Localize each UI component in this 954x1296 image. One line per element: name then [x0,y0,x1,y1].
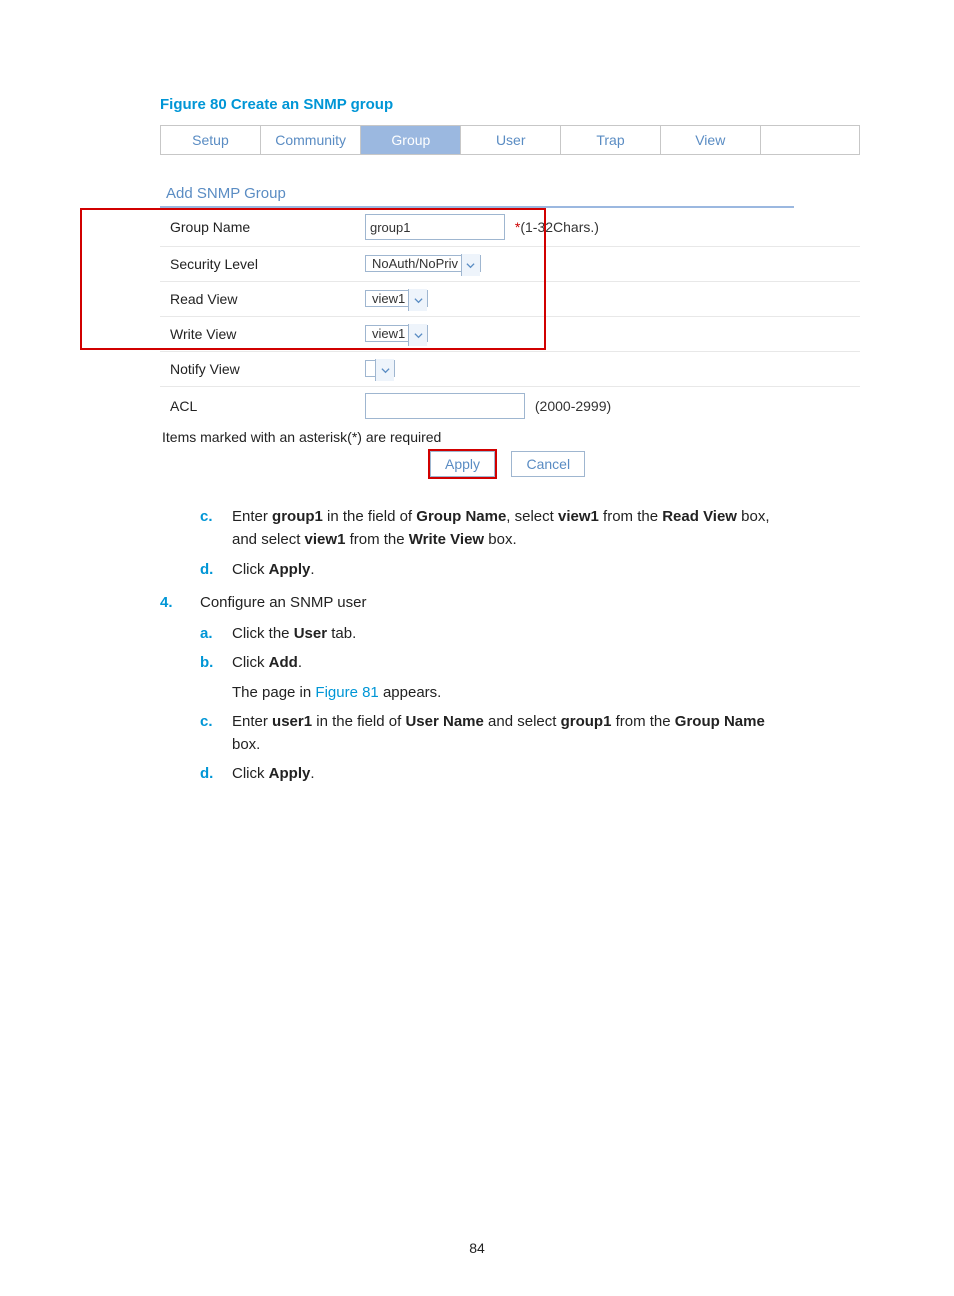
label-acl: ACL [160,387,355,426]
input-group-name[interactable] [365,214,505,240]
figure-81-link[interactable]: Figure 81 [315,684,378,701]
instruction-text: c. Enter group1 in the field of Group Na… [200,505,794,786]
form-table: Group Name *(1-32Chars.) Security Level … [160,208,860,425]
label-write-view: Write View [160,317,355,352]
tab-community[interactable]: Community [260,126,360,155]
label-read-view: Read View [160,282,355,317]
hint-acl: (2000-2999) [529,398,611,414]
tab-bar: Setup Community Group User Trap View [160,125,860,155]
hint-group-name: *(1-32Chars.) [509,219,599,235]
page-number: 84 [0,1240,954,1256]
chevron-down-icon [408,289,427,311]
tab-setup[interactable]: Setup [161,126,261,155]
chevron-down-icon [461,254,480,276]
tab-view[interactable]: View [660,126,760,155]
section-title: Add SNMP Group [166,185,874,202]
select-write-view[interactable]: view1 [365,323,428,345]
cancel-button[interactable]: Cancel [511,451,585,477]
tab-trap[interactable]: Trap [561,126,661,155]
tab-user[interactable]: User [461,126,561,155]
select-read-view[interactable]: view1 [365,288,428,310]
apply-button[interactable]: Apply [430,451,495,477]
select-notify-view[interactable] [365,358,395,380]
label-security: Security Level [160,247,355,282]
label-group-name: Group Name [160,208,355,247]
label-notify-view: Notify View [160,352,355,387]
tab-group[interactable]: Group [361,126,461,155]
input-acl[interactable] [365,393,525,419]
chevron-down-icon [408,324,427,346]
chevron-down-icon [375,359,394,381]
select-security[interactable]: NoAuth/NoPriv [365,253,481,275]
figure-title: Figure 80 Create an SNMP group [160,96,874,113]
tab-blank [760,126,859,155]
required-note: Items marked with an asterisk(*) are req… [162,429,794,445]
